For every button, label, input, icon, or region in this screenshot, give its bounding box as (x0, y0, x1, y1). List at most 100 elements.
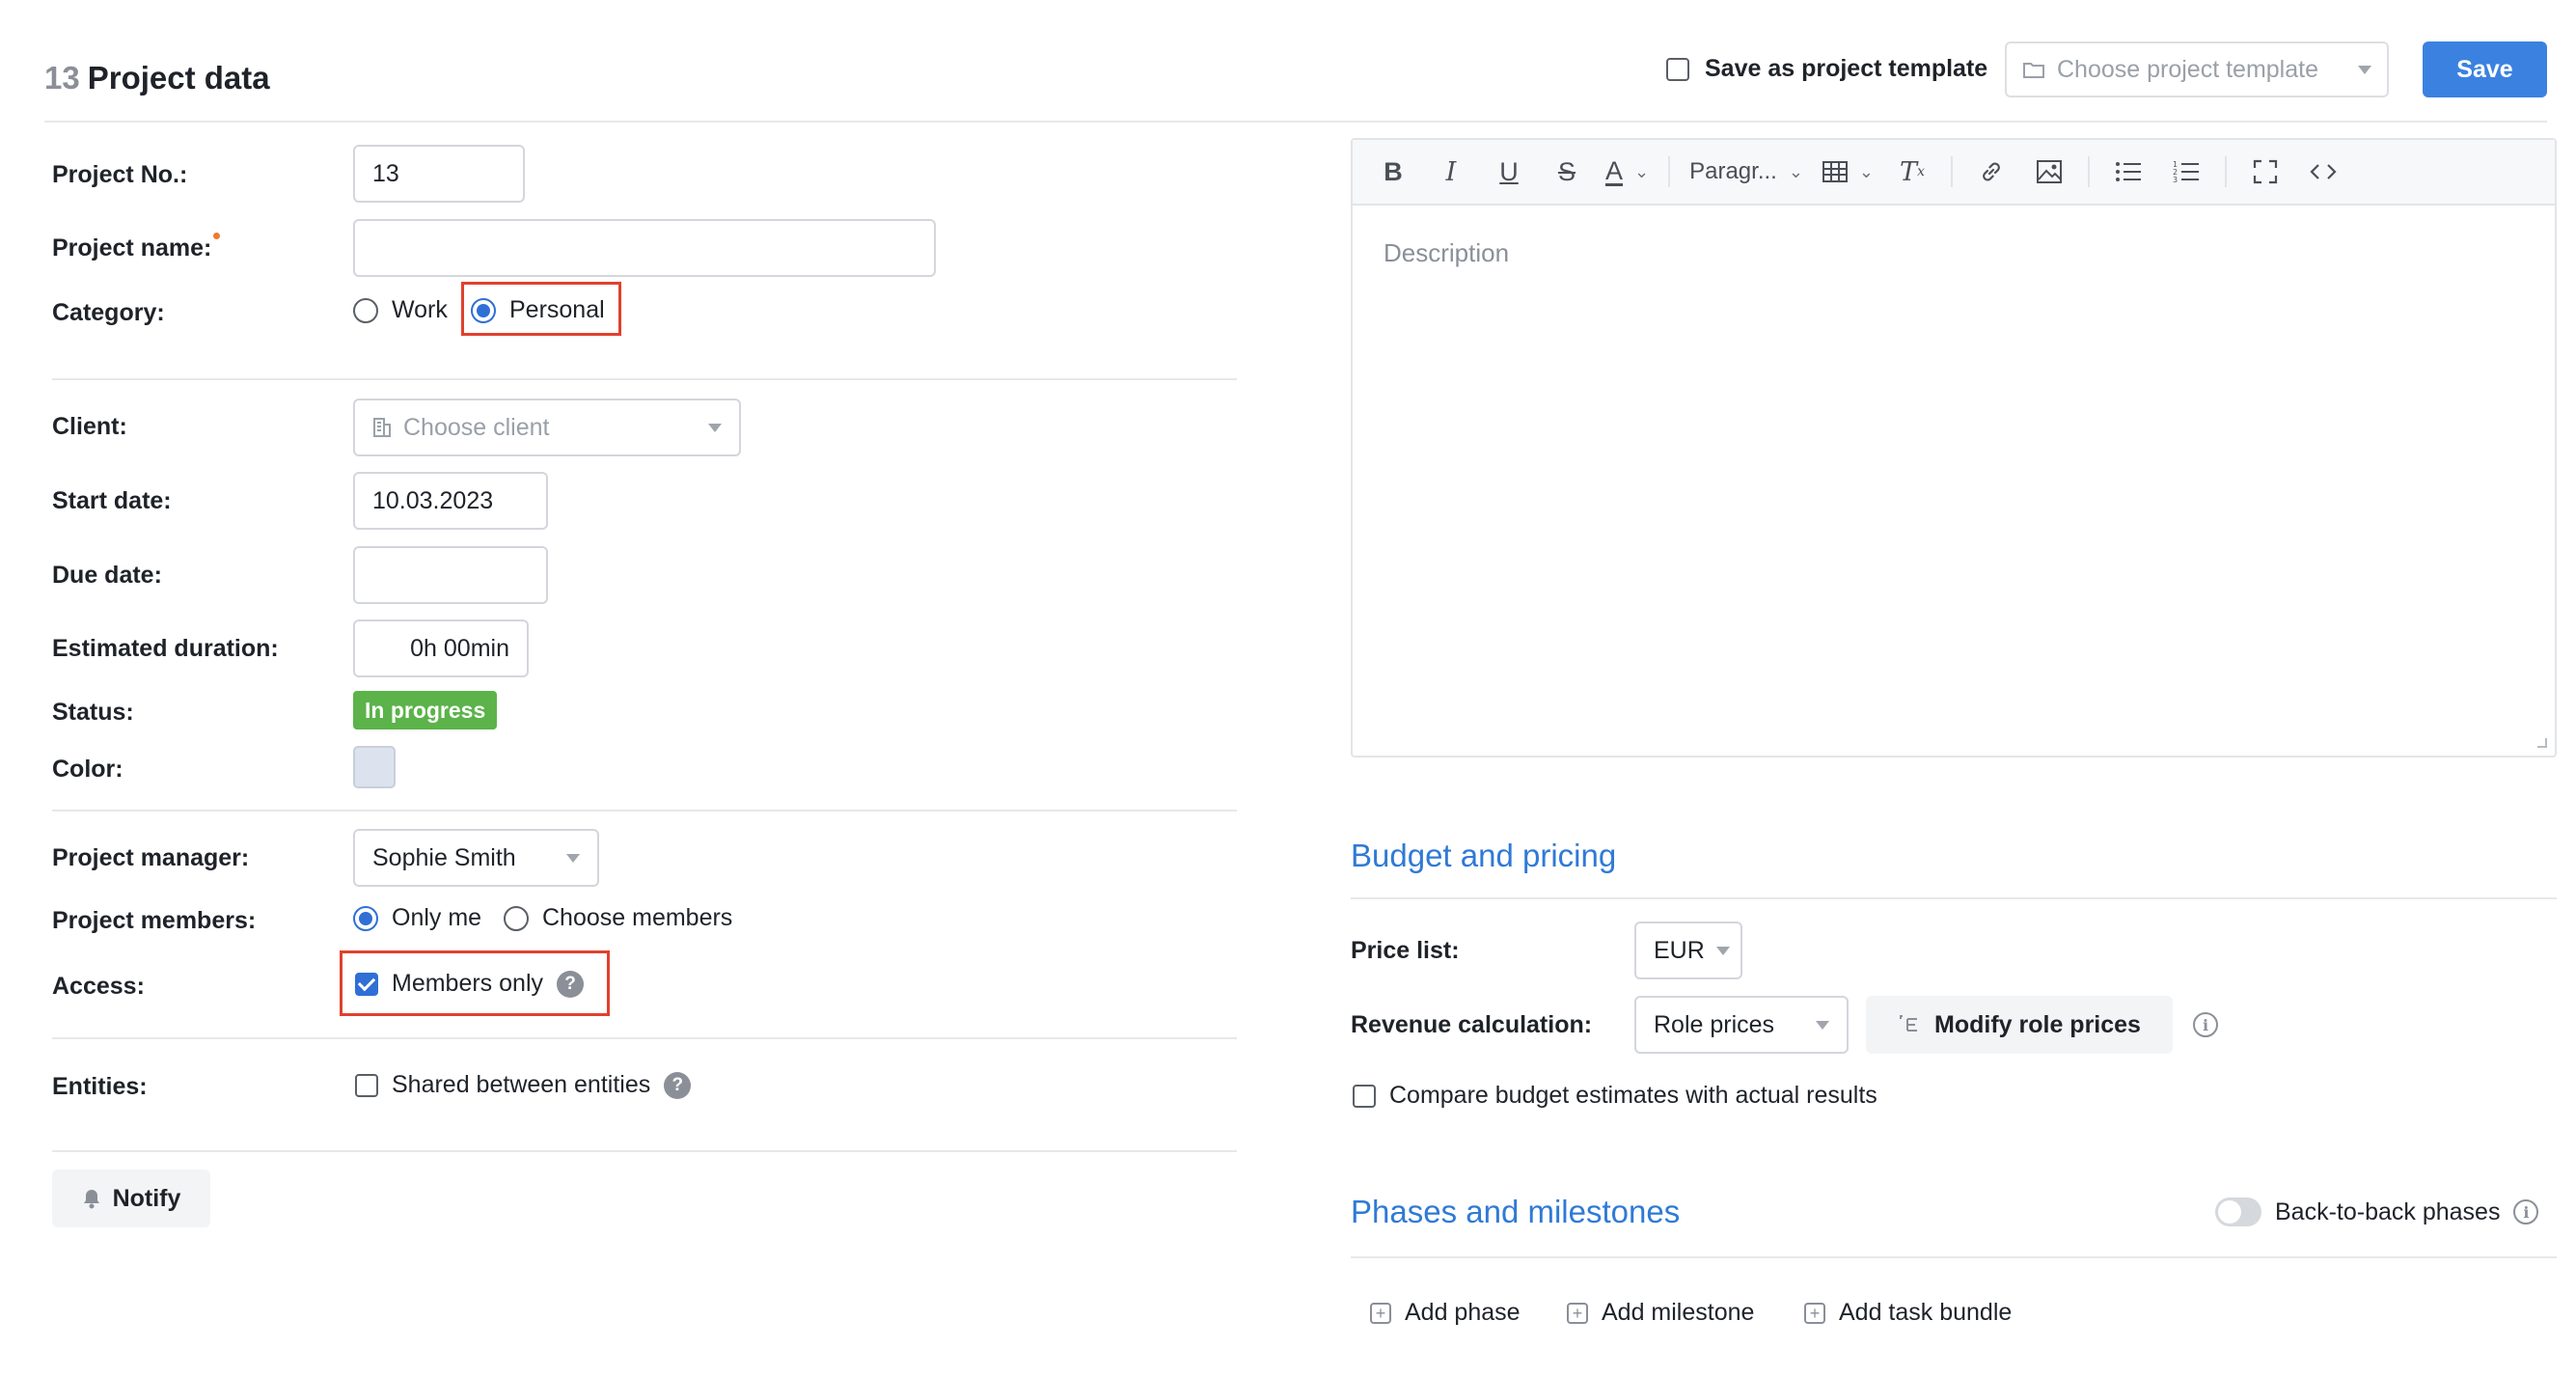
paragraph-format-select[interactable]: Paragr... ⌄ (1689, 152, 1803, 191)
modify-role-prices-label: Modify role prices (1934, 1010, 2141, 1038)
compare-budget-option[interactable]: Compare budget estimates with actual res… (1353, 1082, 1877, 1110)
toolbar-separator (2088, 156, 2091, 187)
info-icon[interactable]: i (2193, 1012, 2218, 1037)
bullet-list-icon[interactable] (2109, 152, 2148, 191)
add-phase-button[interactable]: + Add phase (1370, 1299, 1521, 1327)
entities-shared-checkbox[interactable] (355, 1073, 378, 1097)
back-to-back-toggle[interactable] (2215, 1197, 2261, 1226)
project-name-input[interactable] (353, 219, 936, 277)
status-badge[interactable]: In progress (353, 691, 498, 729)
estimated-duration-value: 0h 00min (410, 634, 509, 662)
toolbar-separator (1668, 156, 1671, 187)
underline-icon[interactable]: U (1490, 152, 1528, 191)
choose-client-content: Choose client (372, 414, 549, 442)
info-icon[interactable]: i (2513, 1199, 2539, 1225)
form-divider-1 (52, 378, 1237, 380)
chevron-down-icon (566, 853, 580, 863)
price-list-value: EUR (1654, 936, 1705, 964)
color-label: Color: (52, 756, 123, 783)
description-editor[interactable]: B I U S A ⌄ Paragr... ⌄ ⌄ Tx 123 Descrip… (1351, 138, 2557, 757)
bold-icon[interactable]: B (1374, 152, 1412, 191)
save-as-template-label: Save as project template (1705, 55, 1988, 82)
fullscreen-icon[interactable] (2246, 152, 2285, 191)
help-icon[interactable]: ? (664, 1071, 692, 1099)
description-placeholder[interactable]: Description (1353, 206, 2555, 301)
category-radio-work[interactable] (353, 297, 378, 323)
compare-budget-label: Compare budget estimates with actual res… (1389, 1082, 1877, 1109)
members-option-choose[interactable]: Choose members (504, 904, 732, 932)
revenue-calculation-select[interactable]: Role prices (1634, 996, 1849, 1054)
plus-icon: + (1370, 1302, 1391, 1324)
due-date-label: Due date: (52, 562, 162, 589)
building-icon (373, 418, 391, 437)
members-radio-choose[interactable] (504, 905, 529, 931)
choose-template-placeholder: Choose project template (2057, 55, 2318, 83)
category-highlight (461, 282, 621, 336)
status-label: Status: (52, 699, 134, 726)
add-task-bundle-label: Add task bundle (1839, 1299, 2013, 1326)
chevron-down-icon (1816, 1020, 1829, 1030)
start-date-input[interactable]: 10.03.2023 (353, 472, 548, 530)
entities-label: Entities: (52, 1073, 148, 1100)
due-date-input[interactable] (353, 546, 548, 604)
numbered-list-icon[interactable]: 123 (2167, 152, 2206, 191)
project-manager-label: Project manager: (52, 844, 250, 871)
editor-toolbar: B I U S A ⌄ Paragr... ⌄ ⌄ Tx 123 (1353, 140, 2555, 206)
chevron-down-icon (708, 423, 722, 432)
start-date-label: Start date: (52, 487, 172, 514)
bell-icon (83, 1190, 99, 1209)
project-no-input[interactable]: 13 (353, 145, 525, 203)
revenue-calculation-value: Role prices (1654, 1010, 1775, 1038)
entities-shared-label: Shared between entities (392, 1071, 651, 1098)
color-picker-swatch[interactable] (353, 746, 396, 788)
header-divider (44, 121, 2547, 123)
page-title: 13 Project data (44, 60, 270, 96)
project-members-label: Project members: (52, 907, 257, 934)
folder-icon (2023, 63, 2044, 78)
save-button[interactable]: Save (2423, 41, 2547, 97)
members-option-only-me[interactable]: Only me (353, 904, 481, 932)
resize-handle[interactable] (2537, 738, 2547, 748)
category-option-work[interactable]: Work (353, 296, 448, 324)
link-icon[interactable] (1972, 152, 2011, 191)
project-no-value: 13 (372, 159, 399, 187)
table-icon[interactable]: ⌄ (1822, 152, 1874, 191)
price-list-select[interactable]: EUR (1634, 922, 1742, 979)
add-milestone-button[interactable]: + Add milestone (1567, 1299, 1754, 1327)
client-label: Client: (52, 413, 127, 440)
access-highlight (340, 950, 610, 1016)
category-option-work-label: Work (392, 296, 448, 323)
price-tag-icon (1900, 1015, 1918, 1032)
form-divider-4 (52, 1150, 1237, 1152)
chevron-down-icon (1715, 946, 1730, 955)
estimated-duration-input[interactable]: 0h 00min (353, 619, 529, 677)
strikethrough-icon[interactable]: S (1548, 152, 1586, 191)
code-view-icon[interactable] (2304, 152, 2343, 191)
choose-template-select[interactable]: Choose project template (2005, 41, 2389, 97)
text-color-icon[interactable]: A ⌄ (1605, 152, 1649, 191)
notify-button[interactable]: Notify (52, 1170, 210, 1227)
phases-divider (1351, 1256, 2557, 1258)
image-icon[interactable] (2030, 152, 2069, 191)
project-no-label: Project No.: (52, 161, 188, 188)
modify-role-prices-button[interactable]: Modify role prices (1866, 996, 2173, 1054)
project-number: 13 (44, 60, 80, 96)
members-option-choose-label: Choose members (542, 904, 733, 931)
italic-icon[interactable]: I (1432, 152, 1470, 191)
category-label: Category: (52, 299, 165, 326)
estimated-duration-label: Estimated duration: (52, 635, 279, 662)
entities-shared[interactable]: Shared between entities ? (355, 1071, 692, 1099)
clear-format-icon[interactable]: Tx (1893, 152, 1932, 191)
members-radio-only-me[interactable] (353, 905, 378, 931)
add-task-bundle-button[interactable]: + Add task bundle (1804, 1299, 2012, 1327)
back-to-back-phases[interactable]: Back-to-back phases i (2215, 1197, 2539, 1226)
back-to-back-label: Back-to-back phases (2275, 1197, 2501, 1225)
toolbar-separator (1951, 156, 1954, 187)
save-as-template-box[interactable] (1666, 57, 1689, 81)
save-as-template-checkbox[interactable]: Save as project template (1666, 55, 1987, 83)
choose-client-select[interactable]: Choose client (353, 399, 741, 456)
project-name-label-text: Project name: (52, 234, 212, 261)
add-milestone-label: Add milestone (1602, 1299, 1755, 1326)
project-manager-select[interactable]: Sophie Smith (353, 829, 599, 887)
compare-budget-checkbox[interactable] (1353, 1084, 1376, 1108)
